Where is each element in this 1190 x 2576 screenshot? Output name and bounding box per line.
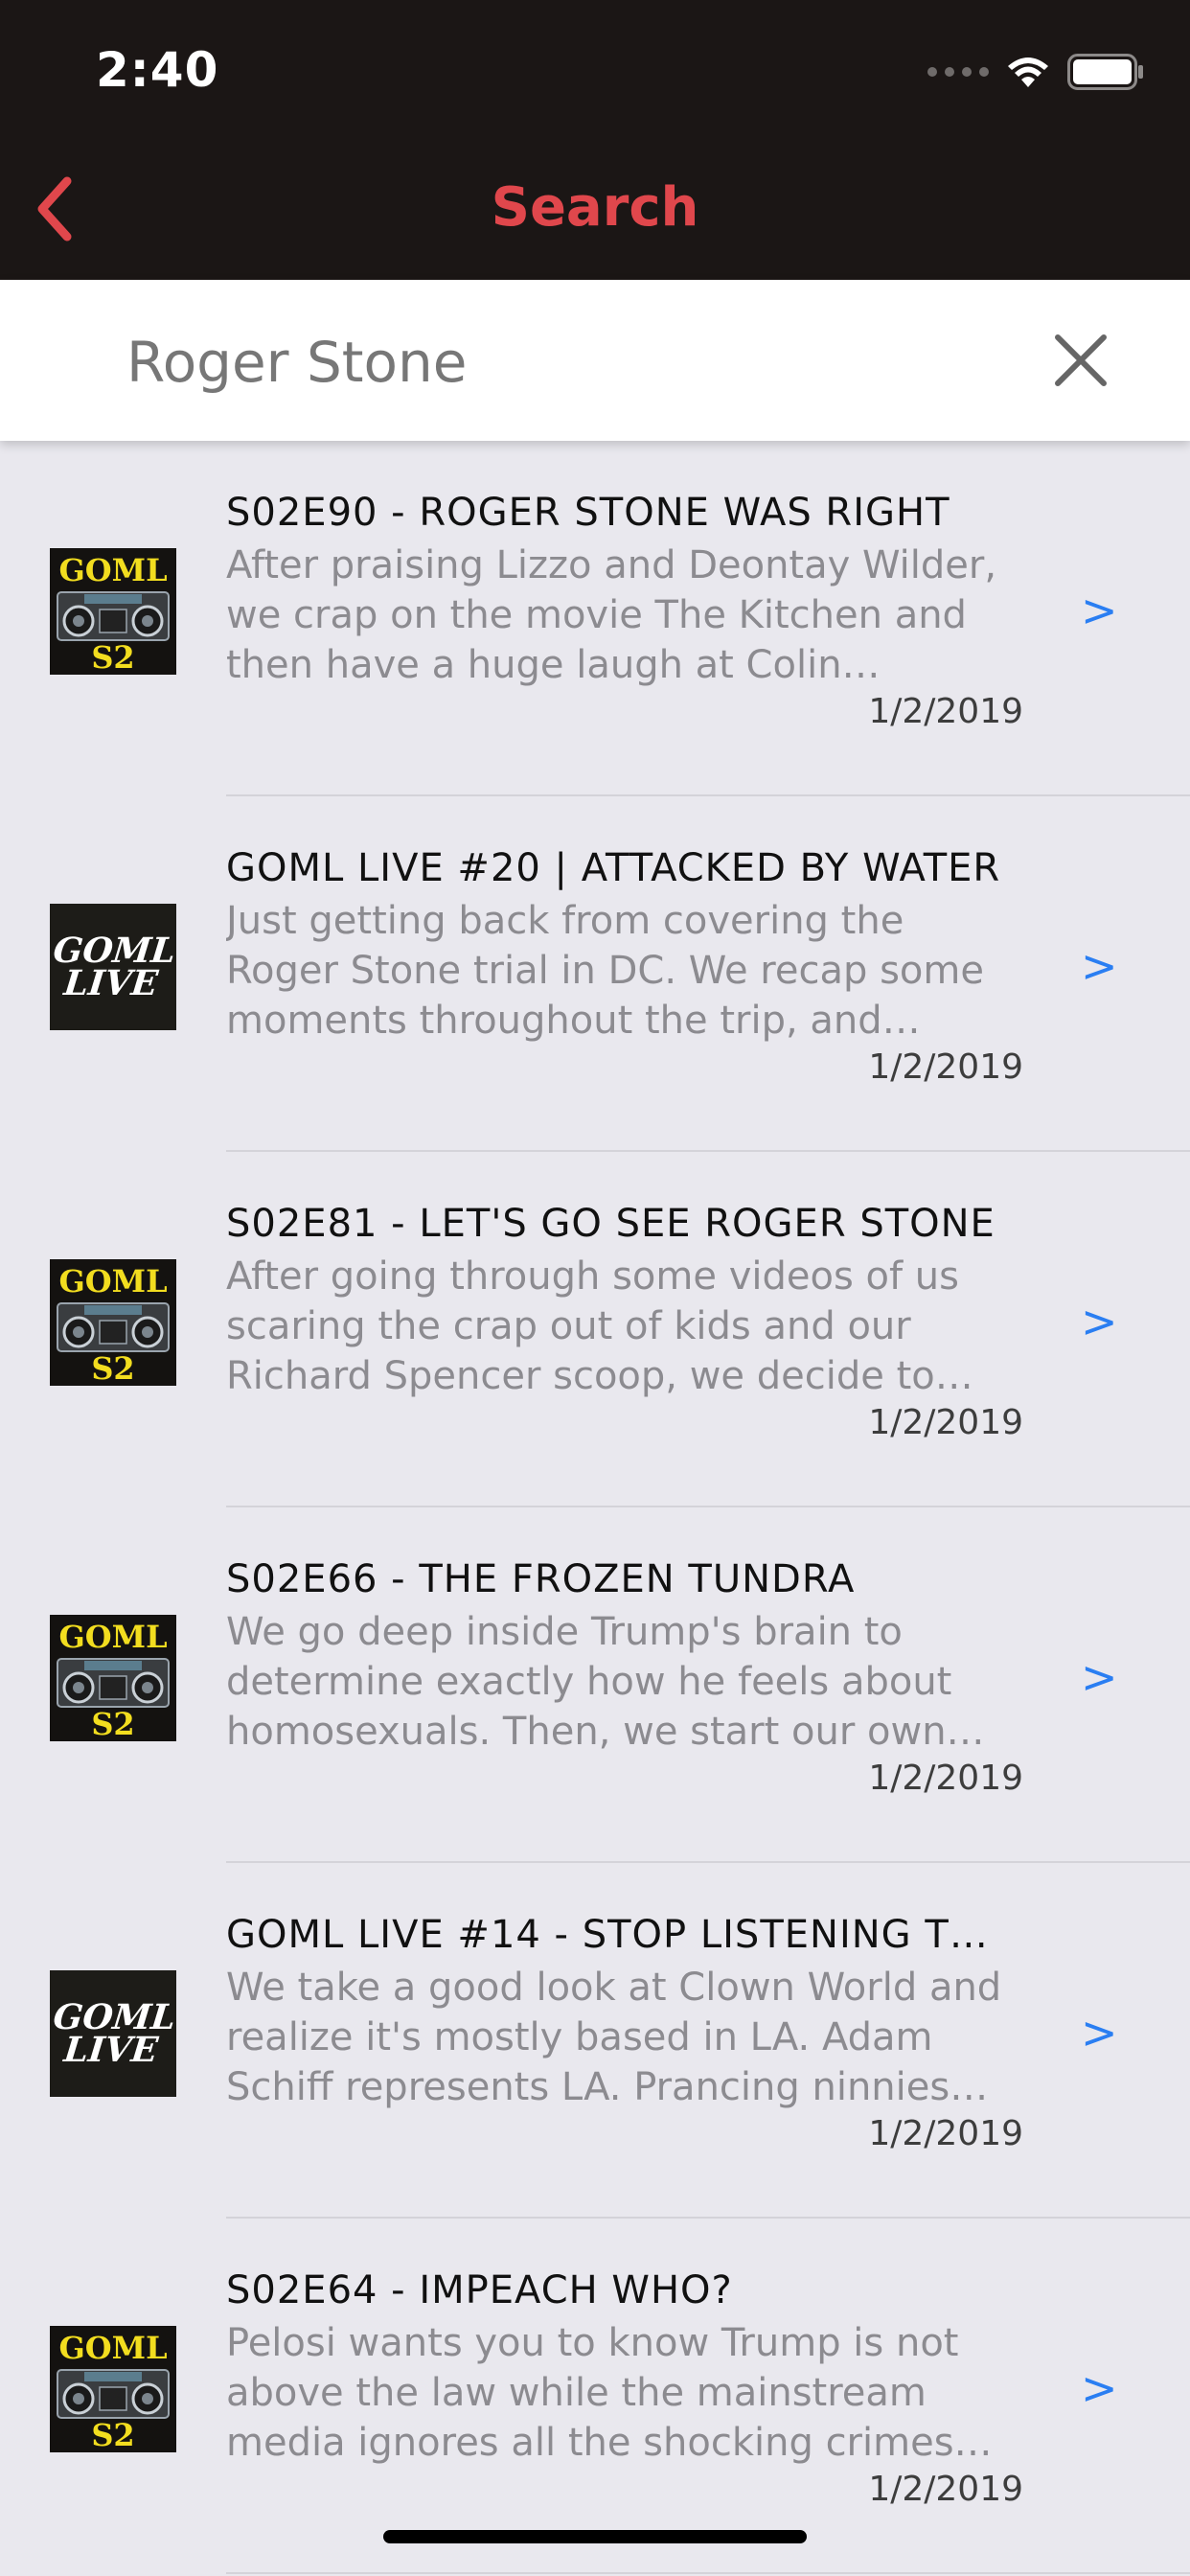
cellular-signal-icon [927, 67, 989, 77]
episode-title: GOML LIVE #14 - STOP LISTENING TO... [226, 1913, 1012, 1957]
logo-text: GOML [58, 2330, 168, 2366]
goml-s2-thumbnail: GOML S2 [50, 2326, 176, 2452]
search-result-6[interactable]: GOML S2 S02E64 - IMPEACH WHO? Pelosi want… [0, 2219, 1190, 2574]
chevron-right-icon: > [1081, 2362, 1118, 2414]
logo-text: GOML [58, 552, 168, 588]
logo-text: GOML LIVE [50, 1997, 176, 2070]
wifi-icon [1008, 58, 1048, 87]
search-result-4[interactable]: GOML S2 S02E66 - THE FROZEN TUNDRA We go … [0, 1507, 1190, 1863]
boombox-icon [57, 1302, 170, 1352]
row-divider [226, 2572, 1190, 2574]
goml-live-thumbnail: GOML LIVE [50, 904, 176, 1030]
episode-date: 1/2/2019 [868, 692, 1023, 731]
search-input[interactable] [126, 324, 989, 401]
close-icon [1055, 334, 1107, 386]
clear-search-button[interactable] [1046, 326, 1115, 395]
chevron-right-icon: > [1081, 1296, 1118, 1347]
logo-text: GOML [58, 1263, 168, 1300]
boombox-icon [57, 591, 170, 641]
search-result-3[interactable]: GOML S2 S02E81 - LET'S GO SEE ROGER STONE… [0, 1152, 1190, 1507]
search-result-1[interactable]: GOML S2 S02E90 - ROGER STONE WAS RIGHT Af… [0, 441, 1190, 796]
episode-date: 1/2/2019 [868, 2470, 1023, 2509]
search-bar [0, 280, 1190, 441]
episode-date: 1/2/2019 [868, 2114, 1023, 2153]
goml-s2-thumbnail: GOML S2 [50, 1615, 176, 1741]
logo-text: GOML LIVE [50, 931, 176, 1003]
episode-description: We take a good look at Clown World and r… [226, 1966, 1002, 2109]
episode-title: GOML LIVE #20 | ATTACKED BY WATER [226, 846, 1001, 890]
logo-line-1: GOML [51, 931, 176, 971]
search-result-5[interactable]: GOML LIVE GOML LIVE #14 - STOP LISTENING … [0, 1863, 1190, 2219]
logo-text: S2 [91, 639, 135, 675]
episode-title: S02E81 - LET'S GO SEE ROGER STONE [226, 1202, 995, 1246]
episode-title: S02E64 - IMPEACH WHO? [226, 2268, 733, 2312]
episode-description: After praising Lizzo and Deontay Wilder,… [226, 543, 997, 687]
logo-text: S2 [91, 2417, 135, 2452]
logo-text: GOML [58, 1619, 168, 1655]
episode-description: After going through some videos of us sc… [226, 1254, 959, 1398]
logo-line-1: GOML [51, 1997, 176, 2037]
logo-line-2: LIVE [62, 2030, 161, 2070]
episode-date: 1/2/2019 [868, 1047, 1023, 1087]
episode-description: Pelosi wants you to know Trump is not ab… [226, 2321, 959, 2465]
goml-live-thumbnail: GOML LIVE [50, 1970, 176, 2097]
chevron-right-icon: > [1081, 1651, 1118, 1703]
episode-title: S02E90 - ROGER STONE WAS RIGHT [226, 491, 950, 535]
battery-icon [1067, 54, 1143, 90]
status-time: 2:40 [96, 42, 219, 98]
episode-description: We go deep inside Trump's brain to deter… [226, 1610, 952, 1754]
logo-text: S2 [91, 1706, 135, 1741]
episode-date: 1/2/2019 [868, 1403, 1023, 1442]
top-bar: 2:40 Search [0, 0, 1190, 280]
logo-text: S2 [91, 1350, 135, 1386]
boombox-icon [57, 1658, 170, 1708]
logo-line-2: LIVE [62, 963, 161, 1003]
chevron-right-icon: > [1081, 940, 1118, 992]
episode-date: 1/2/2019 [868, 1759, 1023, 1798]
chevron-right-icon: > [1081, 585, 1118, 636]
episode-title: S02E66 - THE FROZEN TUNDRA [226, 1557, 856, 1601]
results-list: GOML S2 S02E90 - ROGER STONE WAS RIGHT Af… [0, 441, 1190, 2574]
search-result-2[interactable]: GOML LIVE GOML LIVE #20 | ATTACKED BY WAT… [0, 796, 1190, 1152]
page-title: Search [491, 176, 699, 239]
episode-description: Just getting back from covering the Roge… [226, 899, 984, 1043]
boombox-icon [57, 2369, 170, 2419]
status-icons [927, 54, 1144, 90]
chevron-right-icon: > [1081, 2007, 1118, 2058]
goml-s2-thumbnail: GOML S2 [50, 1259, 176, 1386]
goml-s2-thumbnail: GOML S2 [50, 548, 176, 675]
home-indicator[interactable] [383, 2530, 807, 2543]
